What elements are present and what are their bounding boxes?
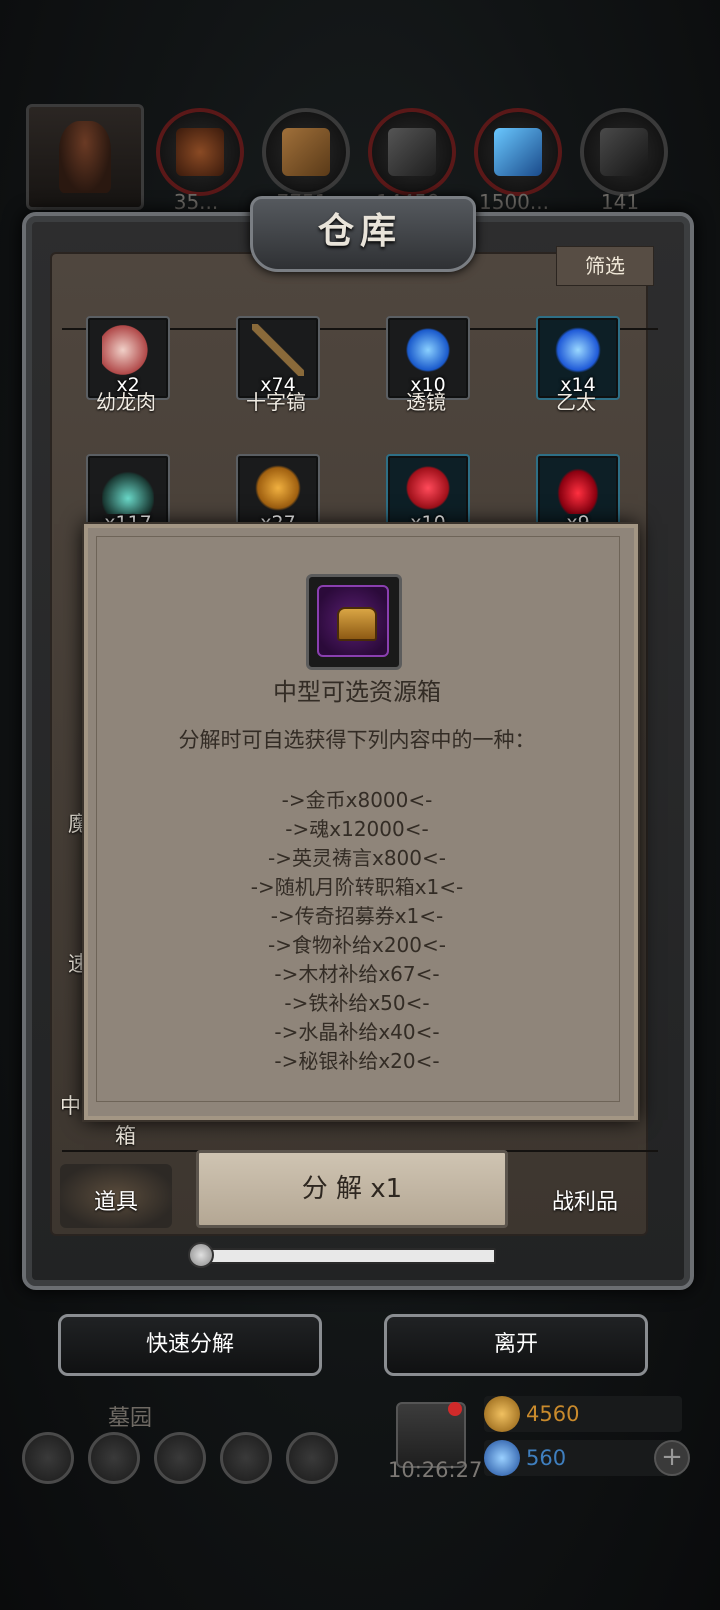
- quantity-slider[interactable]: [200, 1248, 496, 1264]
- meat-icon: [102, 324, 154, 376]
- hero-figure-icon: [59, 121, 111, 193]
- item-label: 透镜: [406, 390, 446, 414]
- meat-icon: [176, 128, 224, 176]
- slider-handle[interactable]: [188, 1242, 214, 1268]
- filter-button[interactable]: 筛选: [556, 246, 654, 286]
- ether-icon: [552, 324, 604, 376]
- item-label-partial: 箱: [115, 1124, 136, 1148]
- resource-food-count: 35...: [173, 190, 219, 214]
- add-currency-icon[interactable]: +: [654, 1440, 690, 1476]
- item-label: 十字镐: [246, 390, 306, 414]
- reward-option: ->传奇招募券x1<-: [270, 904, 444, 928]
- resource-crystal-count: 1500...: [479, 190, 549, 214]
- armor-icon: [252, 462, 304, 514]
- chest-icon: [306, 574, 402, 670]
- leave-button[interactable]: 离开: [384, 1314, 648, 1376]
- reward-option: ->水晶补给x40<-: [274, 1020, 440, 1044]
- item-label: 幼龙肉: [96, 390, 156, 414]
- item-label-partial: 中: [60, 1094, 81, 1118]
- reward-option: ->英灵祷言x800<-: [268, 846, 446, 870]
- resource-wood-slot[interactable]: [262, 108, 350, 196]
- blood-drop-icon: [552, 462, 604, 514]
- iron-icon: [388, 128, 436, 176]
- modal-title: 中型可选资源箱: [273, 678, 441, 706]
- resource-mithril-count: 141: [600, 190, 640, 214]
- reward-option: ->木材补给x67<-: [274, 962, 440, 986]
- lens-icon: [402, 324, 454, 376]
- quick-decompose-button[interactable]: 快速分解: [58, 1314, 322, 1376]
- modal-subtitle: 分解时可自选获得下列内容中的一种：: [178, 728, 536, 752]
- warehouse-title: 仓库: [317, 211, 402, 252]
- shard-icon: [102, 462, 154, 514]
- shop-icon[interactable]: [286, 1432, 338, 1484]
- gold-amount: 4560: [526, 1402, 580, 1426]
- wood-icon: [282, 128, 330, 176]
- decompose-button[interactable]: 分 解 x1: [196, 1150, 508, 1228]
- reward-option: ->食物补给x200<-: [268, 933, 446, 957]
- reward-option: ->魂x12000<-: [285, 817, 429, 841]
- achievements-icon[interactable]: [88, 1432, 140, 1484]
- mail-icon[interactable]: [220, 1432, 272, 1484]
- location-label: 墓园: [108, 1406, 153, 1431]
- gold-coin-icon: [484, 1396, 520, 1432]
- reward-option: ->铁补给x50<-: [284, 991, 430, 1015]
- tab-items-label[interactable]: 道具: [94, 1184, 138, 1216]
- gem-amount: 560: [526, 1446, 567, 1470]
- item-label: 乙太: [556, 390, 596, 414]
- reward-option: ->秘银补给x20<-: [274, 1049, 440, 1073]
- map-icon[interactable]: [154, 1432, 206, 1484]
- crystal-icon: [494, 128, 542, 176]
- gem-icon: [484, 1440, 520, 1476]
- ore-icon: [402, 462, 454, 514]
- chest-icon-frame: [317, 585, 389, 657]
- resource-crystal-slot[interactable]: [474, 108, 562, 196]
- treasure-chest-icon: [337, 607, 377, 641]
- mithril-icon: [600, 128, 648, 176]
- resource-mithril-slot[interactable]: [580, 108, 668, 196]
- reward-option: ->金币x8000<-: [281, 788, 433, 812]
- notification-dot: [448, 1402, 462, 1416]
- resource-food-slot[interactable]: [156, 108, 244, 196]
- tab-spoils[interactable]: 战利品: [552, 1184, 618, 1216]
- resource-iron-slot[interactable]: [368, 108, 456, 196]
- clock-time: 10:26:27: [388, 1458, 483, 1482]
- pickaxe-icon: [252, 324, 304, 376]
- reward-option: ->随机月阶转职箱x1<-: [250, 875, 464, 899]
- hero-portrait[interactable]: [26, 104, 144, 210]
- settings-icon[interactable]: [22, 1432, 74, 1484]
